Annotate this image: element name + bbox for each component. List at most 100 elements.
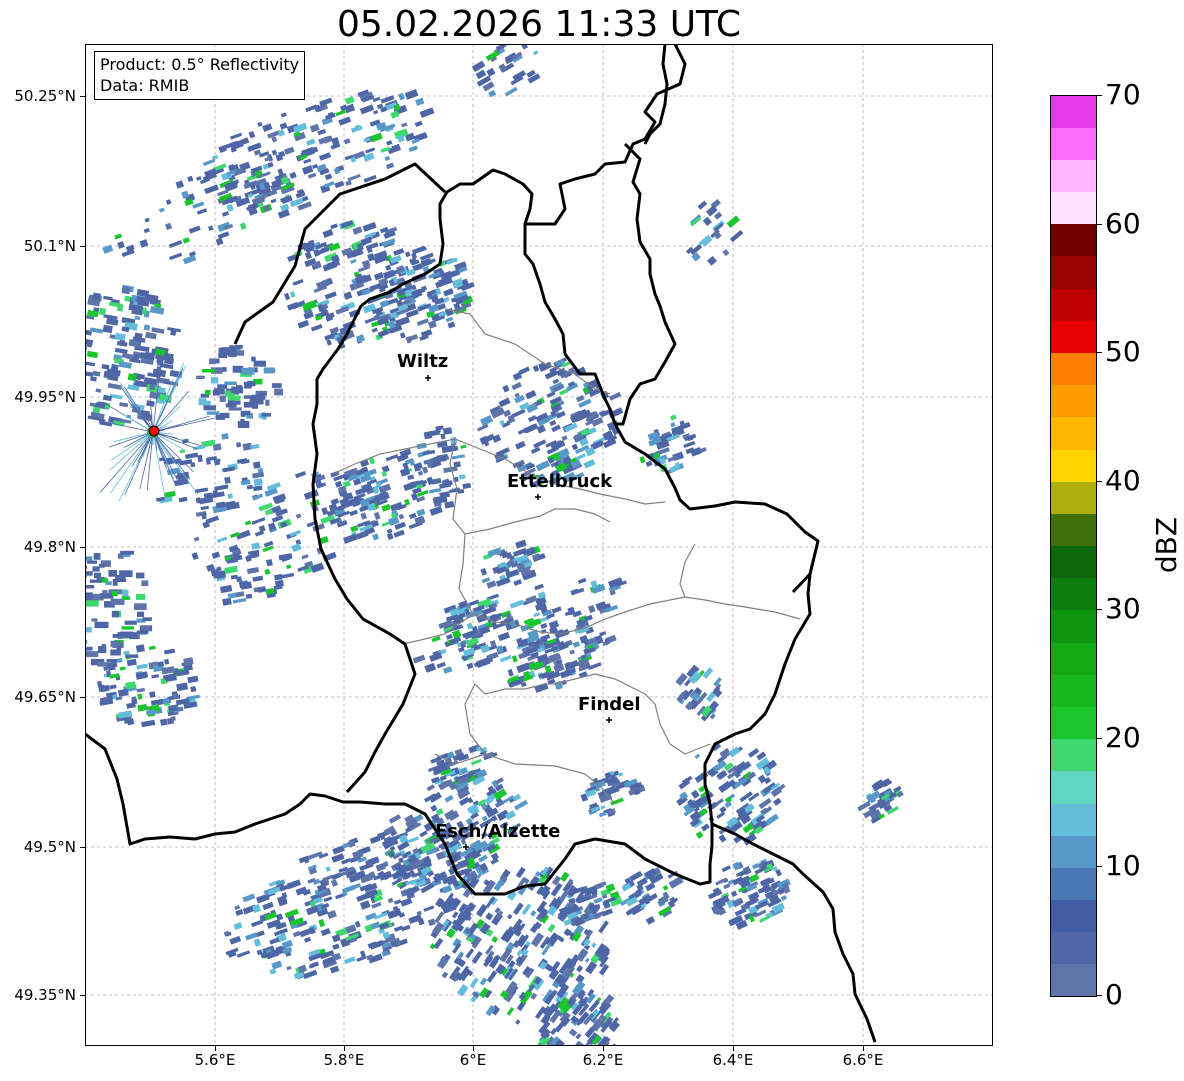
reflectivity-echo — [86, 350, 99, 359]
reflectivity-echo — [370, 132, 383, 143]
reflectivity-echo — [205, 389, 211, 396]
latitude-tick — [80, 847, 85, 848]
reflectivity-echo — [165, 199, 172, 205]
colorbar-segment — [1050, 481, 1096, 514]
reflectivity-echo — [228, 407, 242, 411]
reflectivity-echo — [199, 179, 207, 185]
reflectivity-echo — [253, 360, 266, 367]
reflectivity-echo — [118, 361, 132, 369]
reflectivity-echo — [85, 646, 93, 651]
latitude-tick — [80, 397, 85, 398]
reflectivity-echo — [550, 882, 563, 897]
reflectivity-echo — [284, 292, 291, 301]
city-marker — [425, 375, 431, 381]
reflectivity-echo — [491, 936, 499, 943]
reflectivity-echo — [360, 512, 368, 520]
colorbar-segment — [1050, 513, 1096, 547]
reflectivity-echo — [363, 152, 375, 162]
reflectivity-echo — [520, 44, 529, 50]
reflectivity-echo — [85, 370, 94, 377]
reflectivity-echo — [242, 410, 251, 416]
reflectivity-echo — [713, 211, 723, 220]
longitude-tick — [733, 1046, 734, 1051]
reflectivity-echo — [345, 180, 352, 187]
latitude-tick — [80, 697, 85, 698]
city-label: Ettelbruck — [507, 471, 613, 492]
longitude-tick — [344, 1046, 345, 1051]
reflectivity-echo — [121, 626, 134, 630]
reflectivity-echo — [143, 324, 151, 331]
reflectivity-echo — [468, 599, 480, 607]
reflectivity-echo — [411, 252, 418, 259]
reflectivity-echo — [175, 180, 185, 189]
colorbar-tick-label: 10 — [1105, 849, 1141, 883]
reflectivity-echo — [117, 240, 125, 249]
reflectivity-echo — [466, 662, 474, 670]
reflectivity-echo — [569, 649, 575, 655]
reflectivity-echo — [108, 570, 118, 577]
colorbar-segment — [1050, 802, 1096, 836]
reflectivity-echo — [280, 112, 287, 118]
reflectivity-echo — [469, 977, 479, 989]
reflectivity-echo — [499, 655, 512, 663]
reflectivity-echo — [645, 882, 656, 892]
reflectivity-echo — [114, 233, 123, 240]
reflectivity-echo — [571, 443, 579, 451]
reflectivity-echo — [645, 460, 653, 467]
reflectivity-echo — [121, 596, 130, 600]
reflectivity-echo — [253, 938, 262, 947]
reflectivity-echo — [583, 458, 596, 469]
colorbar-tick — [1096, 609, 1102, 611]
reflectivity-echo — [91, 618, 98, 622]
reflectivity-echo — [730, 890, 738, 897]
reflectivity-echo — [148, 645, 156, 651]
reflectivity-echo — [209, 358, 216, 365]
reflectivity-echo — [191, 552, 199, 561]
reflectivity-echo — [381, 503, 391, 512]
reflectivity-echo — [164, 658, 170, 665]
reflectivity-echo — [439, 775, 447, 781]
reflectivity-echo — [722, 249, 730, 257]
clutter-spoke — [120, 387, 154, 433]
reflectivity-echo — [445, 316, 454, 323]
map-title: 05.02.2026 11:33 UTC — [336, 4, 742, 45]
reflectivity-echo — [442, 666, 453, 674]
reflectivity-echo — [334, 480, 343, 488]
colorbar-segment — [1050, 191, 1096, 225]
reflectivity-echo — [120, 631, 134, 638]
reflectivity-echo — [119, 570, 133, 577]
reflectivity-echo — [441, 971, 449, 979]
reflectivity-echo — [575, 394, 585, 403]
reflectivity-echo — [182, 237, 190, 244]
reflectivity-echo — [101, 644, 106, 650]
reflectivity-echo — [92, 566, 100, 572]
reflectivity-echo — [114, 347, 128, 355]
reflectivity-echo — [239, 222, 247, 230]
radar-map[interactable]: Wiltz Ettelbruck Findel Esch/Alzette — [85, 44, 993, 1046]
colorbar-segment — [1050, 95, 1096, 128]
colorbar-segment — [1050, 288, 1096, 321]
reflectivity-echo — [92, 370, 101, 377]
canton-boundaries — [332, 308, 801, 805]
reflectivity-echo — [495, 777, 504, 785]
reflectivity-echo — [326, 339, 332, 346]
reflectivity-echo — [102, 590, 108, 594]
colorbar-segment — [1050, 577, 1096, 611]
reflectivity-echo — [598, 920, 609, 934]
reflectivity-echo — [93, 553, 101, 560]
reflectivity-echo — [572, 641, 581, 648]
latitude-tick — [80, 547, 85, 548]
city-label: Wiltz — [397, 351, 448, 372]
reflectivity-echo — [134, 603, 147, 610]
reflectivity-echo — [168, 240, 183, 248]
reflectivity-echo — [369, 939, 385, 950]
reflectivity-echo — [398, 513, 405, 520]
reflectivity-echo — [203, 405, 216, 411]
latitude-label: 49.35°N — [14, 986, 76, 1004]
reflectivity-echo — [224, 565, 238, 574]
reflectivity-echo — [232, 598, 247, 604]
reflectivity-echo — [224, 476, 231, 484]
reflectivity-echo — [591, 942, 597, 949]
colorbar-segment — [1050, 835, 1096, 868]
reflectivity-echo — [618, 772, 624, 777]
